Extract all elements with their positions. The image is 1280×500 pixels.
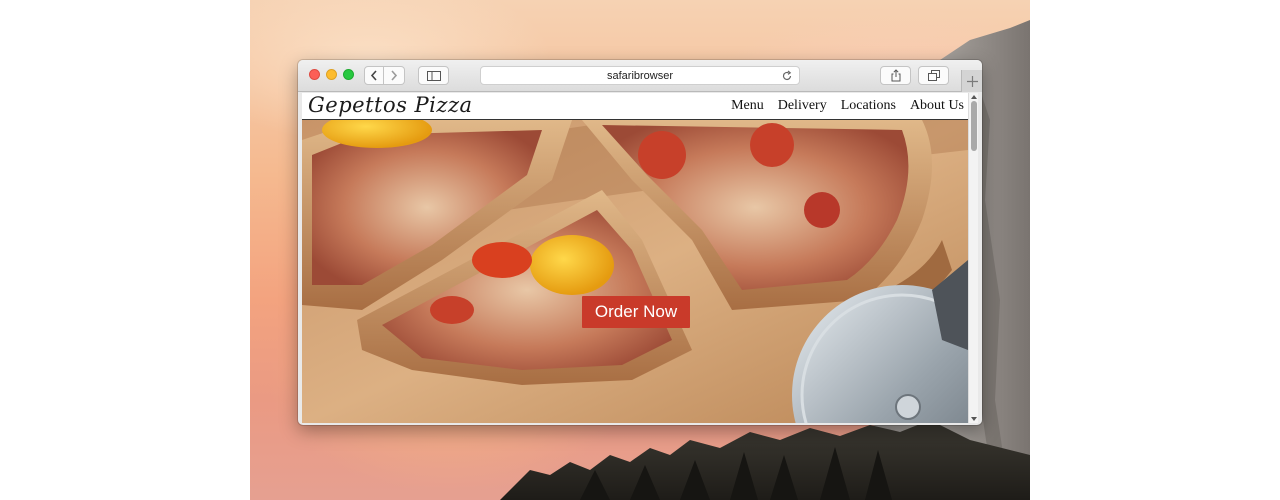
back-button[interactable]	[364, 66, 384, 85]
plus-icon	[966, 75, 978, 87]
scrollbar-thumb[interactable]	[971, 101, 977, 151]
new-tab-button[interactable]	[961, 70, 982, 92]
nav-link-menu[interactable]: Menu	[731, 98, 764, 114]
sidebar-toggle-button[interactable]	[418, 66, 449, 85]
hero-section: Order Now	[302, 120, 968, 423]
maximize-window-button[interactable]	[343, 69, 354, 80]
site-header: Gepettos Pizza Menu Delivery Locations A…	[302, 93, 968, 120]
pizza-hero-image	[302, 120, 968, 423]
nav-link-about-us[interactable]: About Us	[910, 98, 964, 114]
web-page-viewport: Gepettos Pizza Menu Delivery Locations A…	[302, 93, 968, 423]
minimize-window-button[interactable]	[326, 69, 337, 80]
show-tabs-button[interactable]	[918, 66, 949, 85]
close-window-button[interactable]	[309, 69, 320, 80]
site-logo[interactable]: Gepettos Pizza	[308, 93, 473, 117]
browser-toolbar: safaribrowser	[298, 60, 982, 92]
nav-link-delivery[interactable]: Delivery	[778, 98, 827, 114]
scroll-up-arrow-icon[interactable]	[971, 94, 977, 100]
sidebar-icon	[426, 70, 441, 81]
nav-link-locations[interactable]: Locations	[841, 98, 896, 114]
chevron-right-icon	[391, 70, 398, 81]
vertical-scrollbar[interactable]	[968, 93, 978, 423]
address-bar[interactable]: safaribrowser	[480, 66, 800, 85]
share-icon	[891, 69, 900, 82]
browser-window: safaribrowser Gepettos Pizza Menu Delive…	[298, 60, 982, 425]
url-text: safaribrowser	[606, 70, 674, 82]
order-now-button[interactable]: Order Now	[582, 296, 690, 328]
share-button[interactable]	[880, 66, 911, 85]
tabs-icon	[927, 70, 940, 81]
site-nav: Menu Delivery Locations About Us	[731, 98, 964, 114]
reload-icon[interactable]	[781, 70, 793, 82]
chevron-left-icon	[370, 70, 377, 81]
scroll-down-arrow-icon[interactable]	[971, 416, 977, 422]
forward-button[interactable]	[384, 66, 405, 85]
